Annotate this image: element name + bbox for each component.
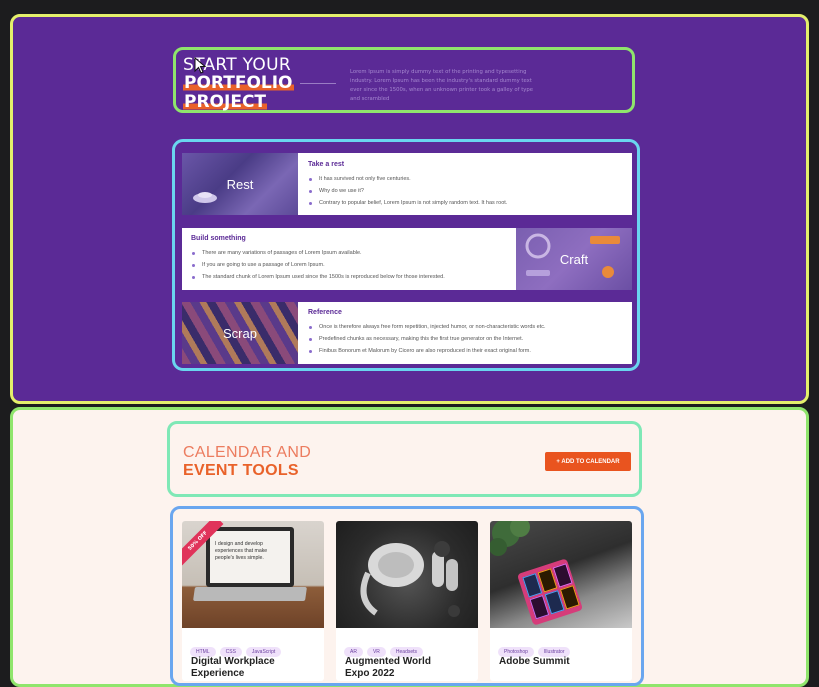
adobe-apps-image bbox=[490, 521, 632, 628]
list-item: Contrary to popular belief, Lorem Ipsum … bbox=[309, 197, 629, 209]
add-to-calendar-button[interactable]: + ADD TO CALENDAR bbox=[545, 452, 631, 471]
list-item: If you are going to use a passage of Lor… bbox=[192, 259, 512, 271]
laptop-image: I design and develop experiences that ma… bbox=[182, 521, 324, 628]
calendar-heading-line2: EVENT TOOLS bbox=[183, 462, 299, 479]
portfolio-description: Lorem Ipsum is simply dummy text of the … bbox=[350, 69, 534, 102]
laptop-screen: I design and develop experiences that ma… bbox=[206, 527, 294, 587]
coffee-cup-icon bbox=[193, 192, 217, 203]
craft-image-label: Craft bbox=[559, 251, 589, 267]
event-title[interactable]: Digital Workplace Experience bbox=[191, 656, 301, 680]
tag-list: Photoshop Illustrator bbox=[498, 638, 574, 657]
row-title: Reference bbox=[308, 309, 342, 316]
event-card-adobe-summit[interactable]: Photoshop Illustrator Adobe Summit bbox=[490, 521, 632, 681]
list-item: Why do we use it? bbox=[309, 185, 629, 197]
list-item: The standard chunk of Lorem Ipsum used s… bbox=[192, 271, 512, 283]
list-item: Finibus Bonorum et Malorum by Cicero are… bbox=[309, 345, 629, 357]
rest-image-label: Rest bbox=[226, 176, 254, 192]
list-item: Predefined chunks as necessary, making t… bbox=[309, 333, 629, 345]
event-card-digital-workplace[interactable]: I design and develop experiences that ma… bbox=[182, 521, 324, 681]
bullet-list: It has survived not only five centuries.… bbox=[309, 173, 629, 209]
portfolio-heading-line2: PORTFOLIO bbox=[183, 73, 294, 93]
bullet-list: Once is therefore always free form repet… bbox=[309, 321, 629, 357]
tag-list: HTML CSS JavaScript bbox=[190, 638, 285, 657]
vr-headset-image bbox=[336, 521, 478, 628]
list-item: Once is therefore always free form repet… bbox=[309, 321, 629, 333]
laptop-screen-text: I design and develop experiences that ma… bbox=[215, 541, 268, 561]
vr-headset-icon bbox=[360, 541, 460, 617]
event-title[interactable]: Augmented World Expo 2022 bbox=[345, 656, 455, 680]
event-card-augmented-world[interactable]: AR VR Headsets Augmented World Expo 2022 bbox=[336, 521, 478, 681]
scrap-image: Scrap bbox=[182, 302, 298, 364]
event-title[interactable]: Adobe Summit bbox=[499, 656, 609, 668]
craft-image: Craft bbox=[516, 228, 632, 290]
tag-list: AR VR Headsets bbox=[344, 638, 427, 657]
portfolio-heading-line3: PROJECT bbox=[183, 92, 268, 112]
rest-image: Rest bbox=[182, 153, 298, 215]
calendar-heading-line1: CALENDAR AND bbox=[183, 444, 312, 461]
row-title: Build something bbox=[191, 235, 246, 242]
mouse-cursor-icon bbox=[194, 56, 207, 74]
row-title: Take a rest bbox=[308, 161, 345, 168]
list-item: There are many variations of passages of… bbox=[192, 247, 512, 259]
bullet-list: There are many variations of passages of… bbox=[192, 247, 512, 283]
laptop-base bbox=[193, 587, 307, 601]
list-item: It has survived not only five centuries. bbox=[309, 173, 629, 185]
scrap-image-label: Scrap bbox=[223, 325, 257, 341]
hero-divider bbox=[300, 83, 336, 84]
